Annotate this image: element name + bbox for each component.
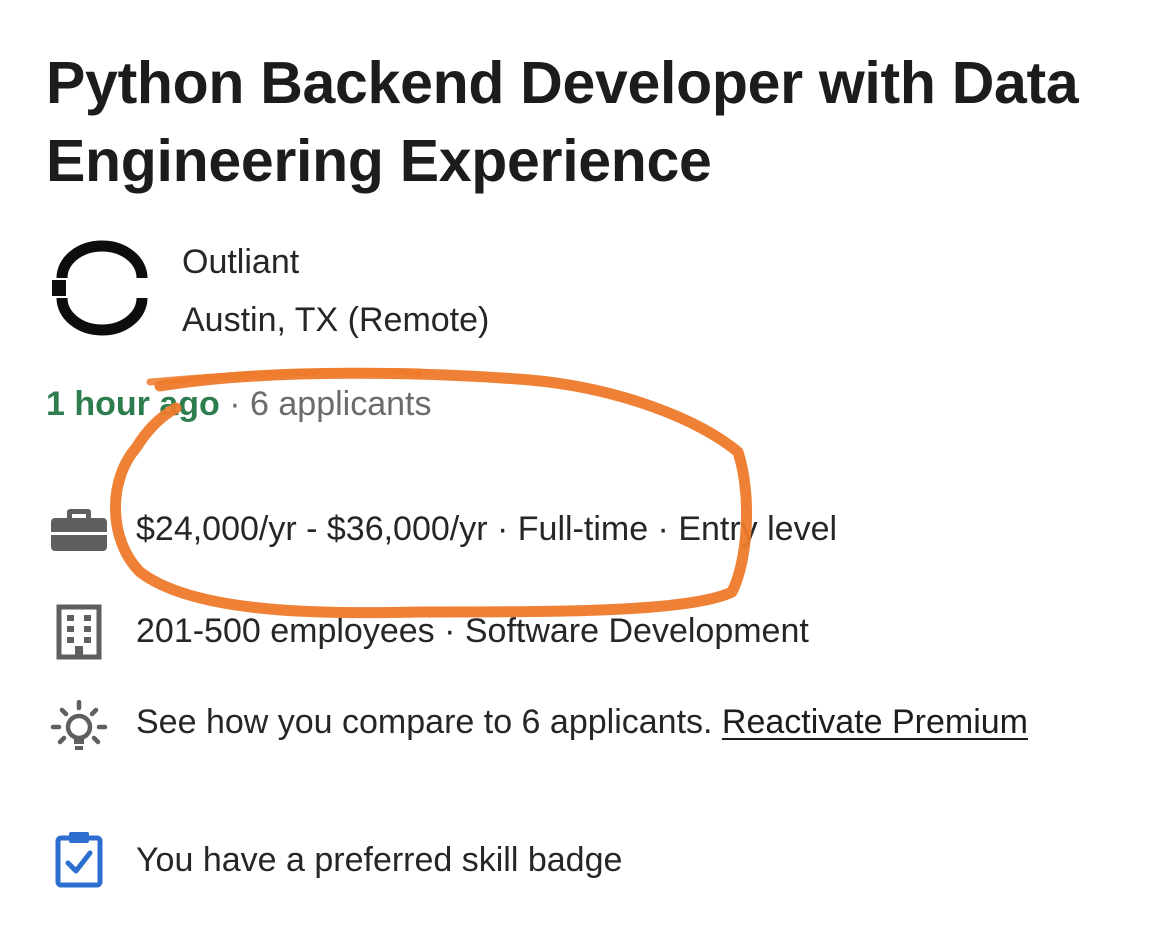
outliant-logo-icon[interactable] — [48, 240, 156, 336]
job-details-card: Python Backend Developer with Data Engin… — [0, 0, 1170, 934]
posted-time: 1 hour ago — [46, 385, 220, 423]
company-size-industry-line: 201-500 employees · Software Development — [136, 612, 809, 650]
meta-separator: · — [229, 385, 241, 423]
job-title: Python Backend Developer with Data Engin… — [46, 50, 1079, 194]
lightbulb-icon — [50, 700, 108, 750]
building-icon — [56, 604, 102, 660]
applicant-insight-text: See how you compare to 6 applicants. — [136, 703, 722, 741]
reactivate-premium-link[interactable]: Reactivate Premium — [722, 703, 1028, 741]
skill-badge-line: You have a preferred skill badge — [136, 841, 623, 879]
salary-employment-line: $24,000/yr - $36,000/yr · Full-time · En… — [136, 510, 838, 548]
briefcase-icon — [51, 509, 107, 551]
applicant-insight-line: See how you compare to 6 applicants. Rea… — [136, 698, 1096, 746]
company-location: Austin, TX (Remote) — [182, 301, 490, 339]
company-name-link[interactable]: Outliant — [182, 240, 299, 284]
applicant-count: 6 applicants — [250, 385, 432, 423]
clipboard-check-icon — [55, 832, 103, 888]
posting-meta: 1 hour ago · 6 applicants — [46, 382, 432, 426]
